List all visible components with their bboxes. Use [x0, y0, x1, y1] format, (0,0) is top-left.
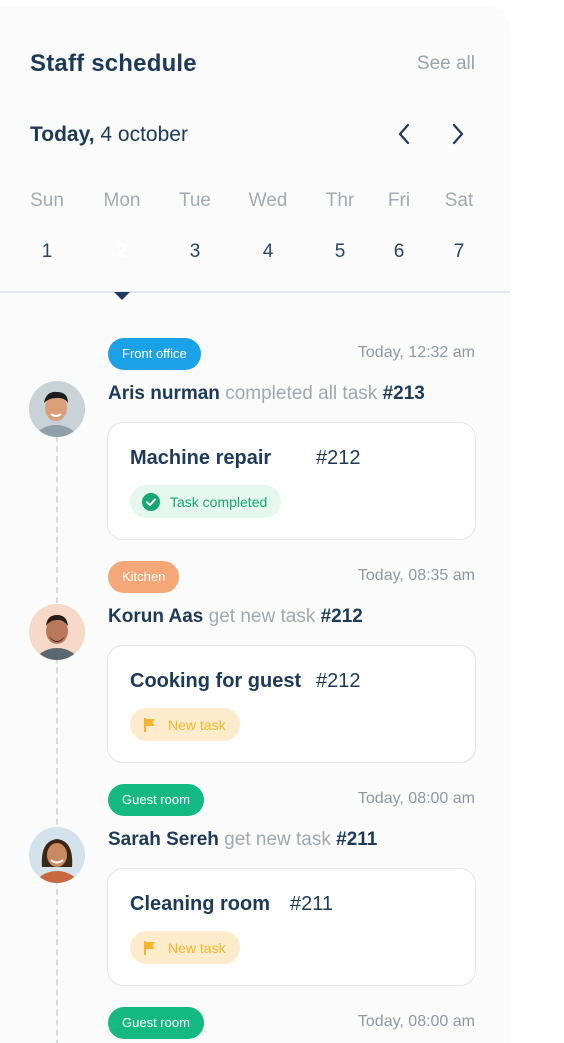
department-tag-front-office[interactable]: Front office [108, 338, 201, 370]
activity-action: get new task [218, 829, 337, 850]
selected-day-indicator [114, 292, 130, 300]
avatar[interactable] [29, 381, 85, 437]
today-label: Today, [30, 123, 95, 146]
status-label: Task completed [170, 493, 268, 510]
task-number: #212 [316, 670, 361, 692]
staff-name[interactable]: Sarah Sereh [108, 829, 219, 850]
flag-icon [144, 717, 155, 732]
department-tag-guest-room[interactable]: Guest room [108, 784, 204, 816]
activity-text: Korun Aas get new task #212 [108, 606, 363, 628]
day-3[interactable]: 3 [165, 229, 225, 275]
entry-time: Today, 08:35 am [357, 567, 475, 584]
task-title: Cooking for guest [130, 670, 302, 692]
avatar[interactable] [29, 827, 85, 883]
calendar-divider [0, 291, 510, 293]
weekday-label: Fri [387, 190, 411, 211]
avatar-portrait-icon [29, 604, 85, 660]
status-label: New task [168, 716, 226, 733]
task-title: Cleaning room [130, 893, 271, 915]
task-number: #211 [290, 893, 334, 915]
entry-time: Today, 12:32 am [357, 344, 475, 361]
task-card[interactable]: Machine repair #212 Task completed [107, 422, 476, 540]
day-1[interactable]: 1 [17, 229, 77, 275]
day-number: 6 [393, 241, 405, 262]
activity-action: completed all task [219, 383, 383, 404]
entry-time: Today, 08:00 am [357, 790, 475, 807]
task-reference[interactable]: #212 [321, 606, 363, 627]
see-all-link[interactable]: See all [417, 53, 475, 75]
avatar-portrait-icon [29, 827, 85, 883]
day-number: 4 [262, 241, 274, 262]
staff-name[interactable]: Aris nurman [108, 383, 220, 404]
status-badge: Task completed [130, 485, 282, 518]
weekday-row: Sun Mon Tue Wed Thr Fri Sat [0, 184, 510, 224]
timeline-line [56, 436, 58, 1043]
activity-action: get new task [203, 606, 321, 627]
status-badge: New task [130, 931, 240, 964]
day-2-selected[interactable]: 2 [92, 229, 152, 275]
department-tag-kitchen[interactable]: Kitchen [108, 561, 180, 593]
status-label: New task [168, 939, 226, 956]
status-badge: New task [130, 708, 240, 741]
next-week-button[interactable] [444, 120, 472, 148]
task-title: Machine repair [130, 447, 272, 469]
chevron-left-icon [398, 123, 410, 145]
activity-text: Aris nurman completed all task #213 [108, 383, 425, 405]
task-card[interactable]: Cleaning room #211 New task [107, 868, 476, 986]
weekday-label: Mon [103, 190, 141, 211]
date-text: 4 october [94, 123, 188, 146]
department-tag-guest-room[interactable]: Guest room [108, 1007, 204, 1039]
task-card[interactable]: Cooking for guest #212 New task [107, 645, 476, 763]
day-6[interactable]: 6 [369, 229, 429, 275]
current-date: Today, 4 october [30, 123, 188, 147]
day-number-row: 1 2 3 4 5 6 7 [0, 229, 510, 275]
day-number: 5 [334, 241, 346, 262]
task-reference[interactable]: #211 [336, 829, 377, 850]
weekday-label: Sun [30, 190, 64, 211]
day-number: 3 [189, 241, 201, 262]
day-number: 2 [116, 241, 128, 262]
activity-text: Sarah Sereh get new task #211 [108, 829, 377, 851]
day-7[interactable]: 7 [429, 229, 489, 275]
chevron-right-icon [452, 123, 464, 145]
avatar[interactable] [29, 604, 85, 660]
entry-time: Today, 08:00 am [357, 1013, 475, 1030]
weekday-label: Thr [325, 190, 355, 211]
avatar-portrait-icon [29, 381, 85, 437]
day-5[interactable]: 5 [310, 229, 370, 275]
day-number: 7 [453, 241, 465, 262]
day-number: 1 [41, 241, 53, 262]
task-number: #212 [316, 447, 361, 469]
flag-icon [144, 940, 155, 955]
page-title: Staff schedule [30, 50, 197, 77]
check-circle-icon [142, 492, 160, 511]
staff-schedule-card: Staff schedule See all Today, 4 october … [0, 6, 510, 1043]
weekday-label: Tue [178, 190, 212, 211]
staff-name[interactable]: Korun Aas [108, 606, 203, 627]
day-4[interactable]: 4 [238, 229, 298, 275]
weekday-label: Wed [248, 190, 288, 211]
task-reference[interactable]: #213 [383, 383, 425, 404]
weekday-label: Sat [444, 190, 474, 211]
previous-week-button[interactable] [390, 120, 418, 148]
